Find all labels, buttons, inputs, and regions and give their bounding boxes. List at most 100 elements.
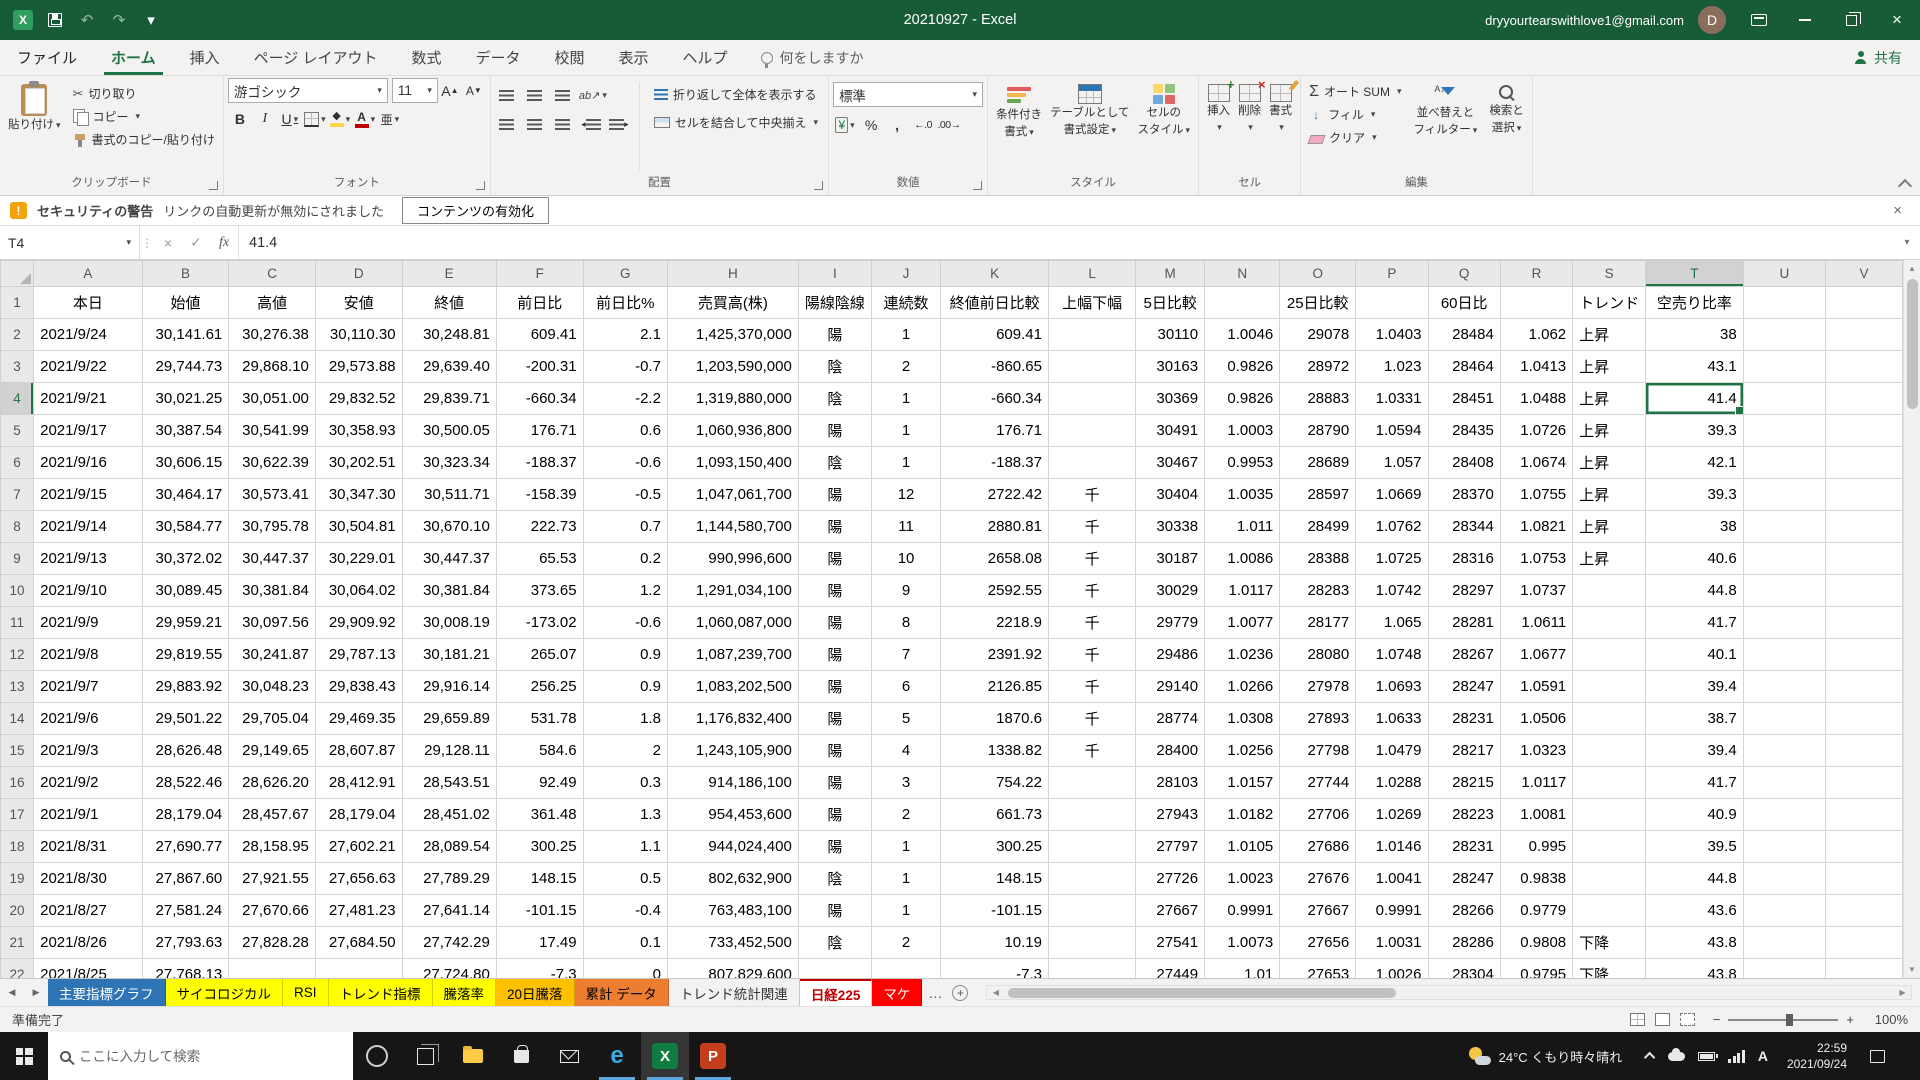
cell-D16[interactable]: 28,412.91 [315,767,402,799]
cell-P8[interactable]: 1.0762 [1356,511,1428,543]
cell-I15[interactable]: 陽 [798,735,871,767]
cell-M4[interactable]: 30369 [1136,383,1205,415]
cell-T14[interactable]: 38.7 [1646,703,1744,735]
cell-R19[interactable]: 0.9838 [1500,863,1572,895]
cell-K1[interactable]: 終値前日比較 [941,287,1049,319]
cell-J20[interactable]: 1 [871,895,940,927]
cell-E5[interactable]: 30,500.05 [402,415,496,447]
number-format-select[interactable]: 標準▾ [833,82,983,107]
cell-U16[interactable] [1743,767,1825,799]
cell-N19[interactable]: 1.0023 [1205,863,1280,895]
sheet-tab-騰落率[interactable]: 騰落率 [433,979,497,1006]
cell-L15[interactable]: 千 [1048,735,1135,767]
formula-input[interactable]: 41.4 [238,226,1894,259]
cell-T22[interactable]: 43.8 [1646,959,1744,979]
cell-A8[interactable]: 2021/9/14 [34,511,143,543]
cell-R5[interactable]: 1.0726 [1500,415,1572,447]
cell-B16[interactable]: 28,522.46 [142,767,229,799]
cell-K15[interactable]: 1338.82 [941,735,1049,767]
cell-T11[interactable]: 41.7 [1646,607,1744,639]
cell-M11[interactable]: 29779 [1136,607,1205,639]
cell-G9[interactable]: 0.2 [583,543,667,575]
cell-C3[interactable]: 29,868.10 [229,351,316,383]
cell-T3[interactable]: 43.1 [1646,351,1744,383]
cell-F8[interactable]: 222.73 [496,511,583,543]
cell-D21[interactable]: 27,684.50 [315,927,402,959]
cell-V15[interactable] [1826,735,1903,767]
cell-Q11[interactable]: 28281 [1428,607,1500,639]
cell-G2[interactable]: 2.1 [583,319,667,351]
row-header-2[interactable]: 2 [1,319,34,351]
page-layout-view-icon[interactable] [1655,1013,1670,1026]
cell-S6[interactable]: 上昇 [1573,447,1646,479]
column-header-K[interactable]: K [941,261,1049,287]
cell-J21[interactable]: 2 [871,927,940,959]
cell-A10[interactable]: 2021/9/10 [34,575,143,607]
cell-A7[interactable]: 2021/9/15 [34,479,143,511]
cell-B14[interactable]: 29,501.22 [142,703,229,735]
row-header-12[interactable]: 12 [1,639,34,671]
cell-C18[interactable]: 28,158.95 [229,831,316,863]
column-header-J[interactable]: J [871,261,940,287]
vertical-scroll-thumb[interactable] [1907,279,1918,409]
cell-P13[interactable]: 1.0693 [1356,671,1428,703]
cell-Q17[interactable]: 28223 [1428,799,1500,831]
cell-D11[interactable]: 29,909.92 [315,607,402,639]
cell-L8[interactable]: 千 [1048,511,1135,543]
cell-M22[interactable]: 27449 [1136,959,1205,979]
cell-F5[interactable]: 176.71 [496,415,583,447]
minimize-button[interactable] [1782,0,1828,40]
cell-L19[interactable] [1048,863,1135,895]
column-header-F[interactable]: F [496,261,583,287]
cell-L14[interactable]: 千 [1048,703,1135,735]
cell-L10[interactable]: 千 [1048,575,1135,607]
cell-H7[interactable]: 1,047,061,700 [667,479,798,511]
cell-T17[interactable]: 40.9 [1646,799,1744,831]
cell-B6[interactable]: 30,606.15 [142,447,229,479]
cell-F17[interactable]: 361.48 [496,799,583,831]
cell-U10[interactable] [1743,575,1825,607]
cell-S14[interactable] [1573,703,1646,735]
cell-V3[interactable] [1826,351,1903,383]
increase-font-button[interactable]: A▲ [438,79,462,103]
row-header-13[interactable]: 13 [1,671,34,703]
cell-N13[interactable]: 1.0266 [1205,671,1280,703]
cell-V5[interactable] [1826,415,1903,447]
cell-F10[interactable]: 373.65 [496,575,583,607]
cell-U8[interactable] [1743,511,1825,543]
cell-D17[interactable]: 28,179.04 [315,799,402,831]
cell-F7[interactable]: -158.39 [496,479,583,511]
normal-view-icon[interactable] [1630,1013,1645,1026]
cell-L7[interactable]: 千 [1048,479,1135,511]
cell-B4[interactable]: 30,021.25 [142,383,229,415]
wrap-text-button[interactable]: 折り返して全体を表示する [648,83,824,106]
cell-S1[interactable]: トレンド [1573,287,1646,319]
column-header-L[interactable]: L [1048,261,1135,287]
row-header-3[interactable]: 3 [1,351,34,383]
cell-T4[interactable]: 41.4 [1646,383,1744,415]
cell-T6[interactable]: 42.1 [1646,447,1744,479]
cell-I13[interactable]: 陽 [798,671,871,703]
cortana-button[interactable] [353,1032,401,1080]
cell-S13[interactable] [1573,671,1646,703]
cell-D7[interactable]: 30,347.30 [315,479,402,511]
cell-Q8[interactable]: 28344 [1428,511,1500,543]
format-cells-button[interactable]: 書式▾ [1265,78,1296,135]
column-header-T[interactable]: T [1646,261,1744,287]
cell-A13[interactable]: 2021/9/7 [34,671,143,703]
cell-F11[interactable]: -173.02 [496,607,583,639]
dialog-launcher-icon[interactable] [973,181,982,190]
cell-P21[interactable]: 1.0031 [1356,927,1428,959]
row-header-9[interactable]: 9 [1,543,34,575]
cell-M8[interactable]: 30338 [1136,511,1205,543]
clear-button[interactable]: クリア▾ [1305,126,1381,149]
cell-J5[interactable]: 1 [871,415,940,447]
cell-O18[interactable]: 27686 [1280,831,1356,863]
cell-C14[interactable]: 29,705.04 [229,703,316,735]
name-box[interactable]: T4▾ [0,226,140,259]
cell-U20[interactable] [1743,895,1825,927]
formula-bar-grip[interactable]: ⋮ [140,226,154,259]
cell-A16[interactable]: 2021/9/2 [34,767,143,799]
cell-F2[interactable]: 609.41 [496,319,583,351]
cell-O12[interactable]: 28080 [1280,639,1356,671]
